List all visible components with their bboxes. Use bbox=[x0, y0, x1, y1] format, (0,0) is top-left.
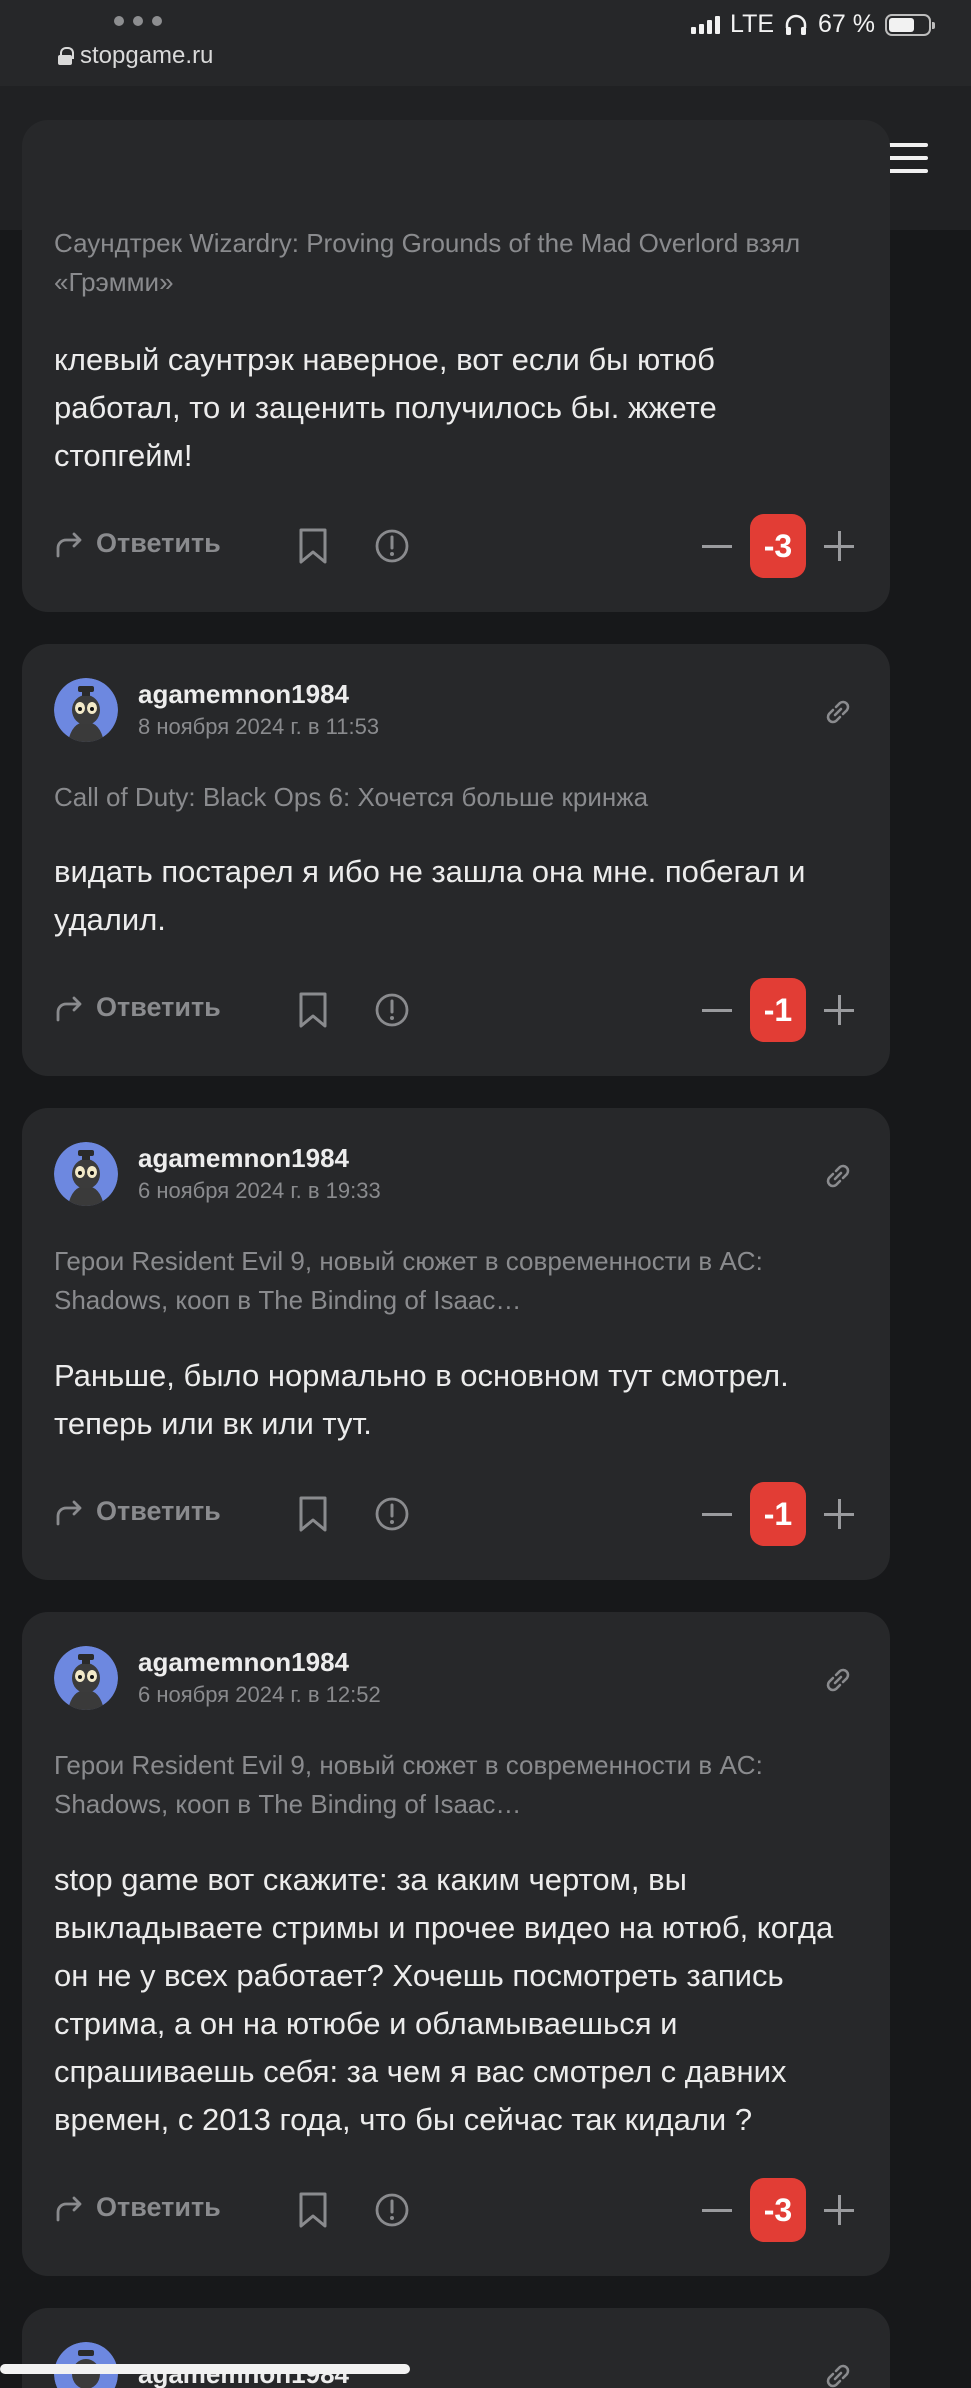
reply-button[interactable]: Ответить bbox=[54, 992, 221, 1023]
comment-context-link[interactable]: Саундтрек Wizardry: Proving Grounds of t… bbox=[54, 224, 850, 302]
reply-label: Ответить bbox=[96, 2192, 221, 2222]
comment-actions: Ответить -1 bbox=[54, 1482, 854, 1546]
report-icon[interactable] bbox=[374, 992, 410, 1028]
link-icon[interactable] bbox=[822, 2360, 854, 2388]
comment-author[interactable]: agamemnon1984 bbox=[138, 1142, 381, 1174]
report-icon[interactable] bbox=[374, 528, 410, 564]
link-icon[interactable] bbox=[822, 1664, 854, 1696]
bookmark-icon[interactable] bbox=[296, 2192, 330, 2228]
vote-control: -1 bbox=[702, 1482, 854, 1546]
comment-card: agamemnon1984 6 ноября 2024 г. в 19:33 Г… bbox=[22, 1108, 890, 1580]
comment-context-link[interactable]: Герои Resident Evil 9, новый сюжет в сов… bbox=[54, 1242, 850, 1320]
report-icon[interactable] bbox=[374, 1496, 410, 1532]
comment-score: -1 bbox=[750, 978, 806, 1042]
reply-button[interactable]: Ответить bbox=[54, 528, 221, 559]
avatar bbox=[54, 678, 118, 742]
avatar bbox=[54, 1646, 118, 1710]
comment-card: agamemnon1984 6 ноября 2024 г. в 12:52 Г… bbox=[22, 1612, 890, 2276]
reply-arrow-icon bbox=[56, 996, 82, 1021]
comment-text: клевый саунтрэк наверное, вот если бы ют… bbox=[54, 342, 717, 473]
reply-label: Ответить bbox=[96, 992, 221, 1022]
headphones-icon bbox=[785, 14, 807, 35]
comment-context-link[interactable]: Call of Duty: Black Ops 6: Хочется больш… bbox=[54, 778, 850, 817]
reply-arrow-icon bbox=[56, 532, 82, 557]
url-text: stopgame.ru bbox=[80, 42, 214, 69]
link-icon[interactable] bbox=[822, 1160, 854, 1192]
bookmark-icon[interactable] bbox=[296, 528, 330, 564]
page: stopgame.ru LTE 67 % Саундтрек Wizardry:… bbox=[0, 0, 971, 2388]
comment-actions: Ответить -3 bbox=[54, 2178, 854, 2242]
comment-date: 6 ноября 2024 г. в 19:33 bbox=[138, 1178, 381, 1203]
comment-actions: Ответить -1 bbox=[54, 978, 854, 1042]
downvote-button[interactable] bbox=[702, 1499, 732, 1529]
menu-icon bbox=[888, 143, 928, 173]
system-status: LTE 67 % bbox=[691, 10, 935, 39]
network-label: LTE bbox=[730, 10, 775, 38]
comment-card: agamemnon1984 bbox=[22, 2308, 890, 2388]
downvote-button[interactable] bbox=[702, 2195, 732, 2225]
downvote-button[interactable] bbox=[702, 531, 732, 561]
tab-handle[interactable] bbox=[114, 16, 162, 26]
battery-icon bbox=[885, 13, 935, 36]
lock-icon bbox=[58, 47, 74, 65]
comment-avatar[interactable] bbox=[54, 1646, 118, 1710]
reply-button[interactable]: Ответить bbox=[54, 2192, 221, 2223]
comment-author[interactable]: agamemnon1984 bbox=[138, 1646, 381, 1678]
comment-context-link[interactable]: Герои Resident Evil 9, новый сюжет в сов… bbox=[54, 1746, 850, 1824]
vote-control: -1 bbox=[702, 978, 854, 1042]
upvote-button[interactable] bbox=[824, 531, 854, 561]
bookmark-icon[interactable] bbox=[296, 992, 330, 1028]
address-bar[interactable]: stopgame.ru bbox=[58, 42, 213, 70]
link-icon[interactable] bbox=[822, 696, 854, 728]
comment-score: -3 bbox=[750, 2178, 806, 2242]
reply-label: Ответить bbox=[96, 1496, 221, 1526]
comment-card: agamemnon1984 8 ноября 2024 г. в 11:53 C… bbox=[22, 644, 890, 1076]
comment-header: agamemnon1984 6 ноября 2024 г. в 12:52 bbox=[54, 1646, 381, 1710]
vote-control: -3 bbox=[702, 514, 854, 578]
avatar bbox=[54, 1142, 118, 1206]
bookmark-icon[interactable] bbox=[296, 1496, 330, 1532]
reply-arrow-icon bbox=[56, 1500, 82, 1525]
comment-date: 6 ноября 2024 г. в 12:52 bbox=[138, 1682, 381, 1707]
upvote-button[interactable] bbox=[824, 1499, 854, 1529]
comment-score: -1 bbox=[750, 1482, 806, 1546]
reply-button[interactable]: Ответить bbox=[54, 1496, 221, 1527]
comment-text: stop game вот скажите: за каким чертом, … bbox=[54, 1862, 834, 2137]
comment-avatar[interactable] bbox=[54, 678, 118, 742]
comment-author[interactable]: agamemnon1984 bbox=[138, 678, 379, 710]
comment-header: agamemnon1984 6 ноября 2024 г. в 19:33 bbox=[54, 1142, 381, 1206]
signal-icon bbox=[691, 15, 721, 34]
battery-percent: 67 % bbox=[818, 10, 875, 38]
reply-label: Ответить bbox=[96, 528, 221, 558]
comment-date: 8 ноября 2024 г. в 11:53 bbox=[138, 714, 380, 739]
comment-header: agamemnon1984 8 ноября 2024 г. в 11:53 bbox=[54, 678, 379, 742]
reply-arrow-icon bbox=[56, 2196, 82, 2221]
upvote-button[interactable] bbox=[824, 995, 854, 1025]
comment-text: видать постарел я ибо не зашла она мне. … bbox=[54, 854, 806, 937]
home-indicator bbox=[0, 2364, 410, 2374]
comment-score: -3 bbox=[750, 514, 806, 578]
vote-control: -3 bbox=[702, 2178, 854, 2242]
comment-card: Саундтрек Wizardry: Proving Grounds of t… bbox=[22, 120, 890, 612]
downvote-button[interactable] bbox=[702, 995, 732, 1025]
comment-text: Раньше, было нормально в основном тут см… bbox=[54, 1358, 789, 1441]
comment-actions: Ответить -3 bbox=[54, 514, 854, 578]
upvote-button[interactable] bbox=[824, 2195, 854, 2225]
comment-avatar[interactable] bbox=[54, 1142, 118, 1206]
battery-level bbox=[889, 17, 915, 32]
report-icon[interactable] bbox=[374, 2192, 410, 2228]
browser-status-bar: stopgame.ru LTE 67 % bbox=[0, 0, 971, 86]
